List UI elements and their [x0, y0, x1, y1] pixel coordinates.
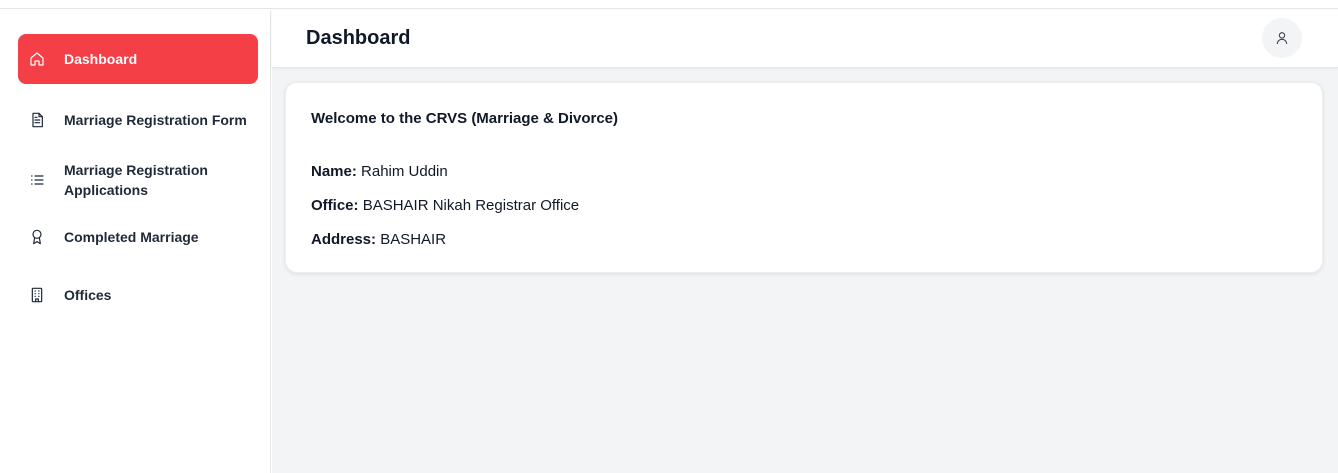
- sidebar-item-dashboard[interactable]: Dashboard: [18, 34, 258, 84]
- sidebar-item-label: Marriage Registration Form: [64, 112, 247, 128]
- info-row-address: Address: BASHAIR: [311, 231, 446, 248]
- info-row-office: Office: BASHAIR Nikah Registrar Office: [311, 197, 579, 214]
- name-value: Rahim Uddin: [361, 163, 448, 180]
- sidebar-item-label: Completed Marriage: [64, 229, 199, 245]
- award-icon: [28, 228, 46, 246]
- main-content: Dashboard Welcome to the CRVS (Marriage …: [272, 10, 1338, 473]
- welcome-card: Welcome to the CRVS (Marriage & Divorce)…: [285, 82, 1323, 273]
- office-value: BASHAIR Nikah Registrar Office: [362, 197, 580, 214]
- user-menu-button[interactable]: [1262, 18, 1302, 58]
- list-icon: [28, 171, 46, 189]
- office-label: Office:: [311, 197, 359, 214]
- sidebar-item-label: Dashboard: [64, 51, 138, 67]
- building-icon: [28, 286, 46, 304]
- sidebar-item-completed-marriage[interactable]: Completed Marriage: [18, 224, 258, 250]
- page-title: Dashboard: [306, 27, 411, 49]
- info-row-name: Name: Rahim Uddin: [311, 163, 448, 180]
- sidebar-item-marriage-registration-applications[interactable]: Marriage Registration Applications: [18, 156, 258, 204]
- page-header: Dashboard: [272, 10, 1338, 68]
- sidebar: Dashboard Marriage Registration Form Mar…: [0, 10, 271, 473]
- name-label: Name:: [311, 163, 357, 180]
- sidebar-item-label: Marriage Registration Applications: [64, 162, 208, 198]
- address-label: Address:: [311, 231, 377, 248]
- sidebar-item-marriage-registration-form[interactable]: Marriage Registration Form: [18, 106, 258, 134]
- document-icon: [28, 111, 46, 129]
- welcome-heading: Welcome to the CRVS (Marriage & Divorce): [311, 110, 619, 127]
- sidebar-item-offices[interactable]: Offices: [18, 282, 258, 308]
- address-value: BASHAIR: [380, 231, 447, 248]
- sidebar-item-label: Offices: [64, 287, 112, 303]
- app-root: Dashboard Marriage Registration Form Mar…: [0, 0, 1338, 473]
- top-strip: [0, 0, 1338, 9]
- user-icon: [1274, 30, 1290, 46]
- home-icon: [28, 50, 46, 68]
